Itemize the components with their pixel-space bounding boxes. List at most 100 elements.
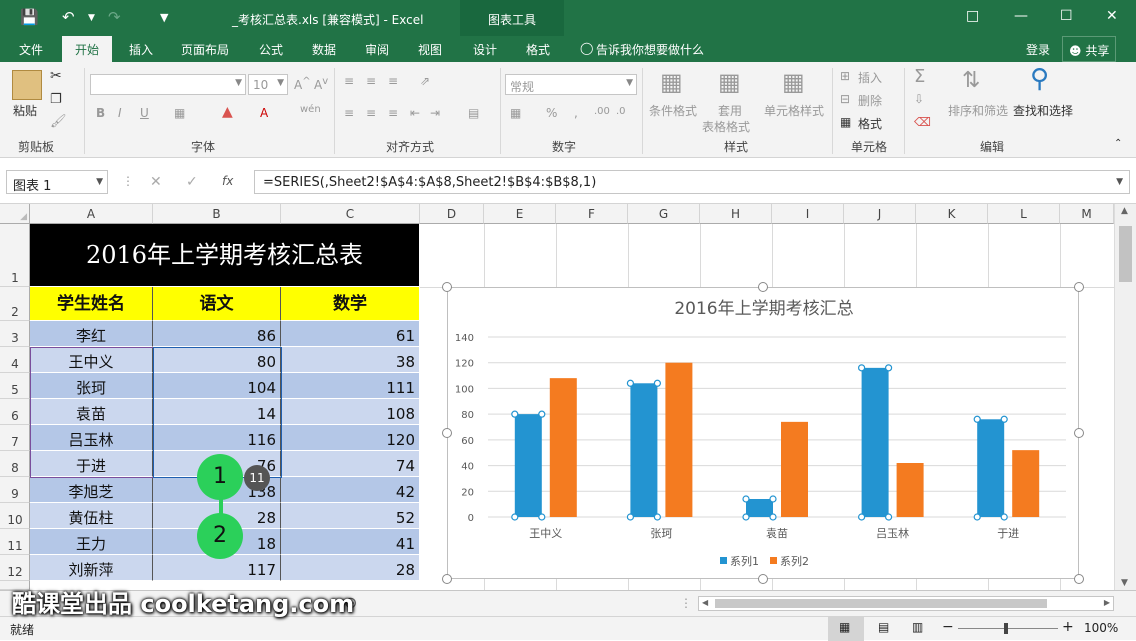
font-size-combo[interactable]: 10 ▼	[248, 74, 288, 95]
resize-handle[interactable]	[758, 574, 768, 584]
login-link[interactable]: 登录	[1026, 41, 1050, 58]
name-cell[interactable]: 刘新萍	[30, 555, 153, 581]
math-score-cell[interactable]: 111	[281, 373, 420, 399]
collapse-ribbon-icon[interactable]: ⌃	[1114, 138, 1122, 149]
align-bottom-icon[interactable]: ≡	[388, 74, 398, 88]
cell-style-label[interactable]: 单元格样式	[764, 102, 824, 119]
number-format-combo[interactable]: 常规 ▼	[505, 74, 637, 95]
sheet-title-cell[interactable]: 2016年上学期考核汇总表	[30, 224, 420, 287]
resize-handle[interactable]	[758, 282, 768, 292]
select-all-corner[interactable]: ◢	[0, 204, 30, 224]
col-header-k[interactable]: K	[916, 204, 988, 224]
increase-indent-icon[interactable]: ⇥	[430, 106, 440, 120]
row-header[interactable]: 7	[0, 425, 30, 451]
enter-icon[interactable]: ✓	[186, 174, 198, 190]
chinese-score-cell[interactable]: 86	[153, 321, 281, 347]
table-format-label-1[interactable]: 套用	[718, 102, 742, 119]
grow-font-icon[interactable]: A^	[294, 76, 311, 92]
insert-function-icon[interactable]: fx	[222, 174, 233, 188]
tab-file[interactable]: 文件	[19, 41, 43, 58]
table-format-icon[interactable]: ▦	[718, 68, 741, 96]
col-header-a[interactable]: A	[30, 204, 153, 224]
row-header[interactable]: 4	[0, 347, 30, 373]
conditional-format-label[interactable]: 条件格式	[649, 102, 697, 119]
page-break-view-icon[interactable]: ▥	[912, 620, 923, 634]
autosum-icon[interactable]: Σ	[914, 66, 925, 87]
align-right-icon[interactable]: ≡	[388, 106, 398, 120]
italic-icon[interactable]: I	[118, 106, 122, 120]
bold-icon[interactable]: B	[96, 106, 105, 120]
tab-format[interactable]: 格式	[526, 41, 550, 58]
math-score-cell[interactable]: 108	[281, 399, 420, 425]
row-header[interactable]: 1	[0, 224, 30, 287]
conditional-format-icon[interactable]: ▦	[660, 68, 683, 96]
tab-home[interactable]: 开始	[62, 36, 113, 62]
name-box[interactable]: 图表 1 ▼	[6, 170, 108, 194]
undo-icon[interactable]: ↶	[62, 8, 75, 26]
col-header-l[interactable]: L	[988, 204, 1060, 224]
col-header-i[interactable]: I	[772, 204, 844, 224]
align-center-icon[interactable]: ≡	[366, 106, 376, 120]
align-middle-icon[interactable]: ≡	[366, 74, 376, 88]
fill-color-icon[interactable]: ▲	[222, 104, 233, 120]
sort-filter-icon[interactable]: ⇅	[962, 68, 980, 93]
cancel-icon[interactable]: ✕	[150, 174, 162, 190]
close-icon[interactable]: ✕	[1106, 8, 1118, 24]
customize-toolbar-icon[interactable]: ▼	[160, 11, 168, 24]
col-header-m[interactable]: M	[1060, 204, 1114, 224]
math-score-cell[interactable]: 120	[281, 425, 420, 451]
minimize-icon[interactable]: —	[1014, 8, 1028, 24]
format-cells-icon[interactable]: ▦	[840, 115, 851, 129]
header-cell-name[interactable]: 学生姓名	[30, 287, 153, 321]
col-header-h[interactable]: H	[700, 204, 772, 224]
font-color-icon[interactable]: A	[260, 106, 268, 120]
resize-handle[interactable]	[1074, 574, 1084, 584]
format-painter-icon[interactable]: 🖌	[50, 114, 67, 129]
zoom-out-icon[interactable]: −	[942, 619, 954, 635]
clear-icon[interactable]: ⌫	[914, 115, 931, 129]
normal-view-button[interactable]: ▦	[828, 617, 864, 641]
row-header[interactable]: 8	[0, 451, 30, 477]
tab-page-layout[interactable]: 页面布局	[181, 41, 229, 58]
horizontal-scrollbar[interactable]: ◀ ▶	[698, 596, 1114, 611]
row-header[interactable]: 9	[0, 477, 30, 503]
col-header-f[interactable]: F	[556, 204, 628, 224]
currency-icon[interactable]: ▦	[510, 106, 521, 120]
row-header[interactable]: 2	[0, 287, 30, 321]
tab-view[interactable]: 视图	[418, 41, 442, 58]
row-header[interactable]: 6	[0, 399, 30, 425]
tab-review[interactable]: 审阅	[365, 41, 389, 58]
resize-handle[interactable]	[1074, 428, 1084, 438]
name-cell[interactable]: 王力	[30, 529, 153, 555]
percent-icon[interactable]: %	[546, 106, 557, 120]
paste-icon[interactable]	[12, 70, 42, 100]
col-header-b[interactable]: B	[153, 204, 281, 224]
math-score-cell[interactable]: 61	[281, 321, 420, 347]
row-header[interactable]: 3	[0, 321, 30, 347]
align-top-icon[interactable]: ≡	[344, 74, 354, 88]
decrease-decimal-icon[interactable]: .0	[616, 106, 626, 117]
zoom-level[interactable]: 100%	[1084, 621, 1118, 635]
math-score-cell[interactable]: 38	[281, 347, 420, 373]
col-header-j[interactable]: J	[844, 204, 916, 224]
scroll-left-icon[interactable]: ◀	[702, 598, 708, 607]
tell-me-box[interactable]: 告诉我你想要做什么	[596, 41, 704, 58]
tab-insert[interactable]: 插入	[129, 41, 153, 58]
row-header[interactable]: 12	[0, 555, 30, 581]
delete-cells-icon[interactable]: ⊟	[840, 92, 850, 106]
paste-label[interactable]: 粘贴	[13, 102, 37, 119]
name-cell[interactable]: 李旭芝	[30, 477, 153, 503]
scroll-up-icon[interactable]: ▲	[1121, 206, 1128, 216]
comma-icon[interactable]: ,	[574, 106, 578, 120]
zoom-slider[interactable]	[958, 628, 1058, 629]
insert-cells-icon[interactable]: ⊞	[840, 69, 850, 83]
shrink-font-icon[interactable]: Av	[314, 76, 328, 92]
scroll-thumb[interactable]	[1119, 226, 1132, 282]
font-name-combo[interactable]: ▼	[90, 74, 246, 95]
resize-handle[interactable]	[442, 574, 452, 584]
formula-input[interactable]: =SERIES(,Sheet2!$A$4:$A$8,Sheet2!$B$4:$B…	[254, 170, 1130, 194]
resize-handle[interactable]	[442, 428, 452, 438]
align-left-icon[interactable]: ≡	[344, 106, 354, 120]
math-score-cell[interactable]: 52	[281, 503, 420, 529]
math-score-cell[interactable]: 42	[281, 477, 420, 503]
